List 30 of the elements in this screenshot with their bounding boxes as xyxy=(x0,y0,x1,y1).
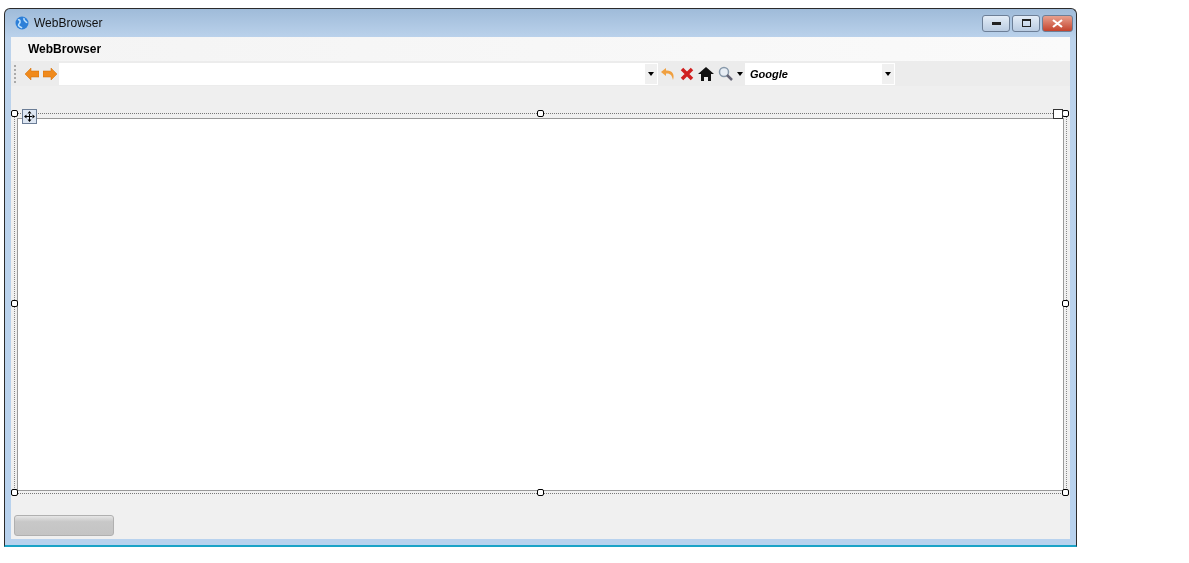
search-icon xyxy=(718,66,733,81)
close-icon xyxy=(1052,18,1063,28)
minimize-button[interactable] xyxy=(982,14,1010,32)
dropdown-arrow-icon xyxy=(648,71,654,76)
resize-handle[interactable] xyxy=(536,110,544,117)
search-engine-field[interactable]: Google xyxy=(745,62,895,85)
resize-handle[interactable] xyxy=(536,489,544,496)
right-arrow-icon xyxy=(43,67,57,80)
resize-handle[interactable] xyxy=(11,489,18,496)
dropdown-button[interactable] xyxy=(882,63,894,84)
dropdown-arrow-icon xyxy=(885,71,891,76)
header-title: WebBrowser xyxy=(28,42,102,56)
address-field[interactable] xyxy=(59,62,658,85)
home-icon xyxy=(698,66,714,81)
dropdown-button[interactable] xyxy=(645,63,657,84)
minimize-icon xyxy=(991,21,1001,25)
close-button[interactable] xyxy=(1042,14,1073,32)
maximize-icon xyxy=(1021,19,1031,27)
window-title: WebBrowser xyxy=(34,16,103,30)
dropdown-arrow-icon xyxy=(737,71,743,76)
left-arrow-icon xyxy=(25,67,39,80)
resize-handle[interactable] xyxy=(11,299,18,307)
maximize-button[interactable] xyxy=(1012,14,1040,32)
resize-handle[interactable] xyxy=(1062,299,1069,307)
globe-icon xyxy=(15,16,29,30)
move-handle-icon[interactable] xyxy=(22,109,37,124)
resize-handle[interactable] xyxy=(1062,489,1069,496)
stop-icon xyxy=(680,66,694,81)
resize-handle[interactable] xyxy=(11,110,18,117)
smart-tag-icon[interactable] xyxy=(1053,109,1063,119)
